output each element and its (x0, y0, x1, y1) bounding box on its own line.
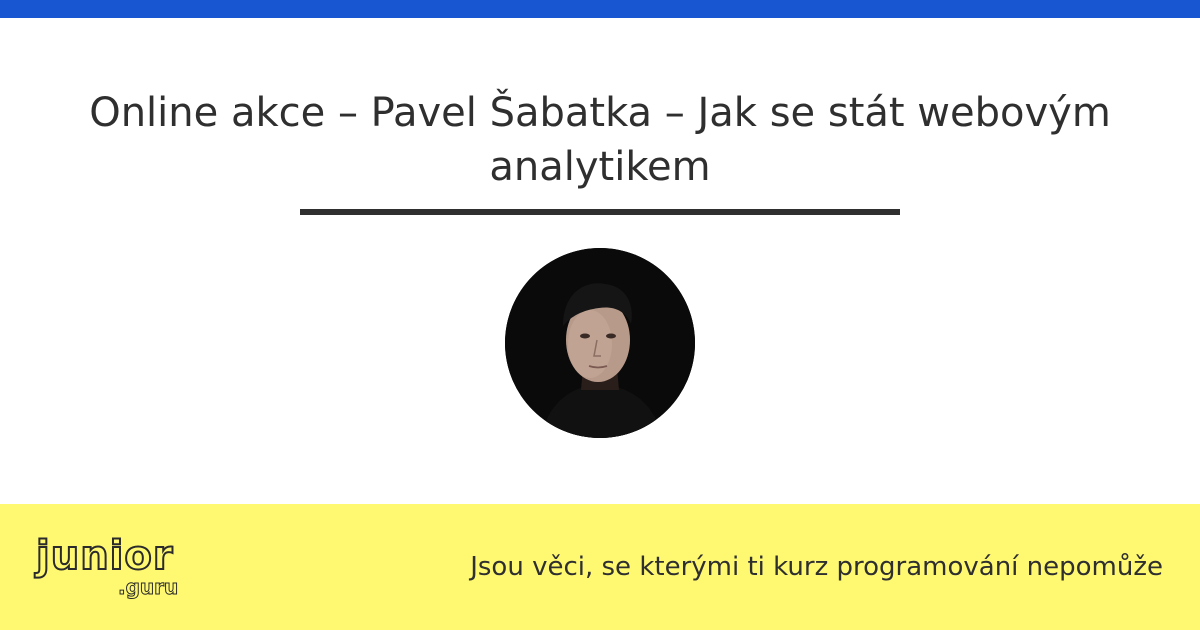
footer-tagline: Jsou věci, se kterými ti kurz programová… (470, 552, 1163, 582)
page-title: Online akce – Pavel Šabatka – Jak se stá… (89, 90, 1111, 190)
logo-wordmark: junior (35, 533, 174, 579)
top-accent-bar (0, 0, 1200, 18)
speaker-portrait-icon (505, 248, 695, 438)
footer-bar: junior .guru Jsou věci, se kterými ti ku… (0, 504, 1200, 630)
speaker-avatar (505, 248, 695, 438)
social-card: Online akce – Pavel Šabatka – Jak se stá… (0, 0, 1200, 630)
title-divider (300, 209, 900, 215)
junior-guru-logo[interactable]: junior .guru (35, 533, 196, 604)
logo-suffix: .guru (117, 575, 179, 599)
